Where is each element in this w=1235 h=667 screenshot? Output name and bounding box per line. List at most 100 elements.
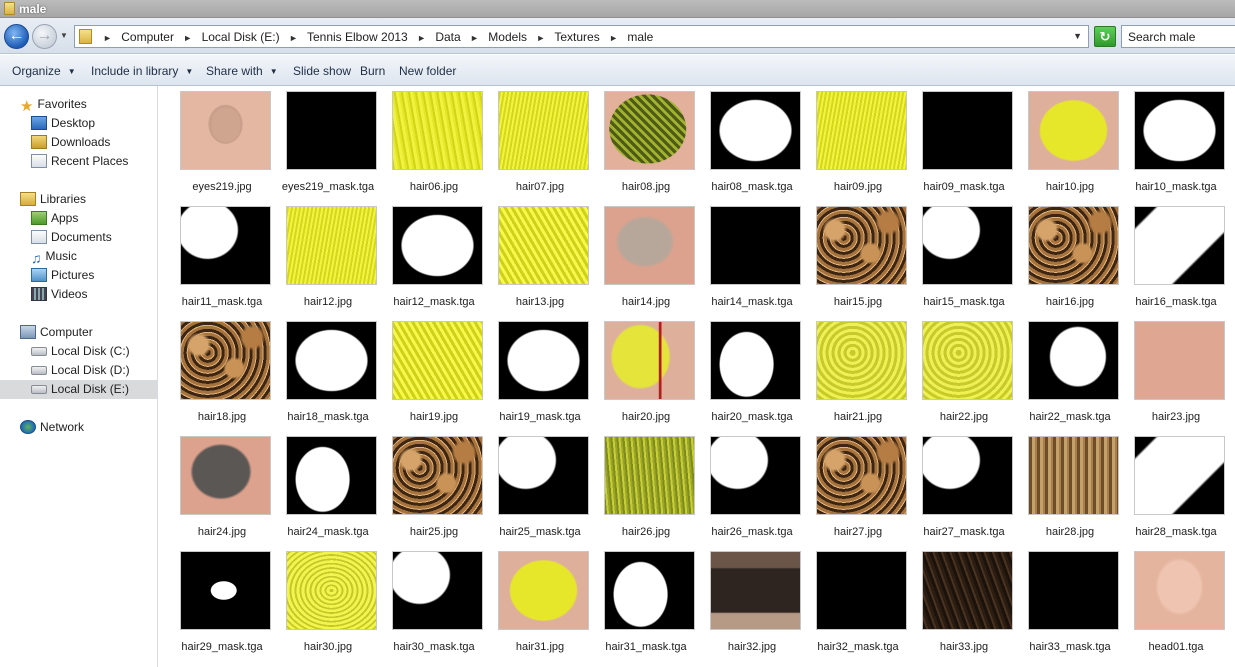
file-item[interactable]: hair24_mask.tga (275, 431, 381, 546)
nav-favorites[interactable]: ★ Favorites (20, 97, 87, 115)
nav-music[interactable]: ♫ Music (31, 249, 77, 267)
nav-recent-places[interactable]: Recent Places (31, 154, 128, 172)
file-item[interactable]: hair21.jpg (805, 316, 911, 431)
file-item[interactable]: hair26_mask.tga (699, 431, 805, 546)
file-item[interactable]: hair09_mask.tga (911, 86, 1017, 201)
file-item[interactable]: hair20_mask.tga (699, 316, 805, 431)
chevron-right-icon[interactable]: ► (536, 33, 545, 43)
file-item[interactable]: hair26.jpg (593, 431, 699, 546)
new-folder-button[interactable]: New folder (399, 64, 456, 78)
file-item[interactable]: hair31.jpg (487, 546, 593, 661)
file-item[interactable]: hair27.jpg (805, 431, 911, 546)
back-button[interactable]: ← (4, 24, 29, 49)
file-item[interactable]: hair14.jpg (593, 201, 699, 316)
file-item[interactable]: hair24.jpg (169, 431, 275, 546)
chevron-right-icon[interactable]: ► (183, 33, 192, 43)
file-thumbnail (1134, 551, 1225, 630)
file-item[interactable]: hair08.jpg (593, 86, 699, 201)
breadcrumb-item[interactable]: Local Disk (E:) (202, 30, 280, 44)
chevron-right-icon[interactable]: ► (417, 33, 426, 43)
file-item[interactable]: hair30_mask.tga (381, 546, 487, 661)
chevron-right-icon[interactable]: ► (609, 33, 618, 43)
file-thumbnail (816, 551, 907, 630)
share-with-button[interactable]: Share with ▼ (206, 64, 278, 78)
file-item[interactable]: hair23.jpg (1123, 316, 1229, 431)
nav-libraries[interactable]: Libraries (20, 192, 86, 210)
file-name: hair31.jpg (515, 641, 565, 653)
file-item[interactable]: hair32.jpg (699, 546, 805, 661)
file-item[interactable]: hair18.jpg (169, 316, 275, 431)
file-item[interactable]: hair33.jpg (911, 546, 1017, 661)
nav-label: Pictures (51, 268, 95, 282)
file-item[interactable]: hair12.jpg (275, 201, 381, 316)
recent-pages-dropdown-icon[interactable]: ▼ (60, 31, 68, 40)
chevron-right-icon[interactable]: ► (470, 33, 479, 43)
breadcrumb-item[interactable]: Models (488, 30, 527, 44)
file-item[interactable]: hair10_mask.tga (1123, 86, 1229, 201)
nav-pictures[interactable]: Pictures (31, 268, 94, 286)
include-in-library-button[interactable]: Include in library ▼ (91, 64, 193, 78)
nav-disk-c[interactable]: Local Disk (C:) (31, 344, 130, 362)
address-dropdown-icon[interactable]: ▼ (1073, 31, 1082, 41)
nav-videos[interactable]: Videos (31, 287, 87, 305)
nav-apps[interactable]: Apps (31, 211, 78, 229)
file-item[interactable]: hair33_mask.tga (1017, 546, 1123, 661)
address-bar[interactable]: ► Computer ► Local Disk (E:) ► Tennis El… (74, 25, 1089, 48)
file-name: hair32.jpg (727, 641, 777, 653)
breadcrumb-item[interactable]: male (627, 30, 653, 44)
file-item[interactable]: eyes219.jpg (169, 86, 275, 201)
file-item[interactable]: hair25.jpg (381, 431, 487, 546)
nav-computer[interactable]: Computer (20, 325, 93, 343)
breadcrumb-item[interactable]: Computer (121, 30, 174, 44)
file-item[interactable]: hair14_mask.tga (699, 201, 805, 316)
organize-button[interactable]: Organize ▼ (12, 64, 76, 78)
file-item[interactable]: hair11_mask.tga (169, 201, 275, 316)
file-item[interactable]: hair19_mask.tga (487, 316, 593, 431)
file-item[interactable]: head01.tga (1123, 546, 1229, 661)
file-item[interactable]: hair19.jpg (381, 316, 487, 431)
nav-disk-e[interactable]: Local Disk (E:) (0, 380, 157, 399)
breadcrumb-item[interactable]: Textures (554, 30, 599, 44)
file-thumbnail (392, 436, 483, 515)
file-item[interactable]: hair10.jpg (1017, 86, 1123, 201)
file-item[interactable]: hair22.jpg (911, 316, 1017, 431)
file-item[interactable]: hair27_mask.tga (911, 431, 1017, 546)
file-item[interactable]: hair29_mask.tga (169, 546, 275, 661)
burn-button[interactable]: Burn (360, 64, 385, 78)
file-item[interactable]: hair28.jpg (1017, 431, 1123, 546)
file-item[interactable]: hair16.jpg (1017, 201, 1123, 316)
file-item[interactable]: hair28_mask.tga (1123, 431, 1229, 546)
chevron-right-icon[interactable]: ► (103, 33, 112, 43)
file-item[interactable]: hair15.jpg (805, 201, 911, 316)
forward-button[interactable]: → (32, 24, 57, 49)
nav-documents[interactable]: Documents (31, 230, 112, 248)
file-thumbnail (286, 91, 377, 170)
slide-show-button[interactable]: Slide show (293, 64, 351, 78)
file-item[interactable]: hair18_mask.tga (275, 316, 381, 431)
file-item[interactable]: hair22_mask.tga (1017, 316, 1123, 431)
search-input[interactable]: Search male (1121, 25, 1235, 48)
file-item[interactable]: hair32_mask.tga (805, 546, 911, 661)
nav-desktop[interactable]: Desktop (31, 116, 95, 134)
breadcrumb-item[interactable]: Data (435, 30, 460, 44)
file-item[interactable]: hair31_mask.tga (593, 546, 699, 661)
file-item[interactable]: hair16_mask.tga (1123, 201, 1229, 316)
nav-downloads[interactable]: Downloads (31, 135, 110, 153)
file-item[interactable]: hair12_mask.tga (381, 201, 487, 316)
breadcrumb-item[interactable]: Tennis Elbow 2013 (307, 30, 408, 44)
file-thumbnail (710, 436, 801, 515)
file-item[interactable]: hair13.jpg (487, 201, 593, 316)
refresh-button[interactable]: ↻ (1094, 26, 1116, 47)
file-item[interactable]: hair07.jpg (487, 86, 593, 201)
file-item[interactable]: hair20.jpg (593, 316, 699, 431)
file-item[interactable]: hair08_mask.tga (699, 86, 805, 201)
file-item[interactable]: hair25_mask.tga (487, 431, 593, 546)
file-item[interactable]: hair06.jpg (381, 86, 487, 201)
file-item[interactable]: hair09.jpg (805, 86, 911, 201)
file-item[interactable]: hair30.jpg (275, 546, 381, 661)
file-item[interactable]: hair15_mask.tga (911, 201, 1017, 316)
chevron-right-icon[interactable]: ► (289, 33, 298, 43)
file-item[interactable]: eyes219_mask.tga (275, 86, 381, 201)
nav-disk-d[interactable]: Local Disk (D:) (31, 363, 130, 381)
nav-network[interactable]: Network (20, 420, 84, 438)
